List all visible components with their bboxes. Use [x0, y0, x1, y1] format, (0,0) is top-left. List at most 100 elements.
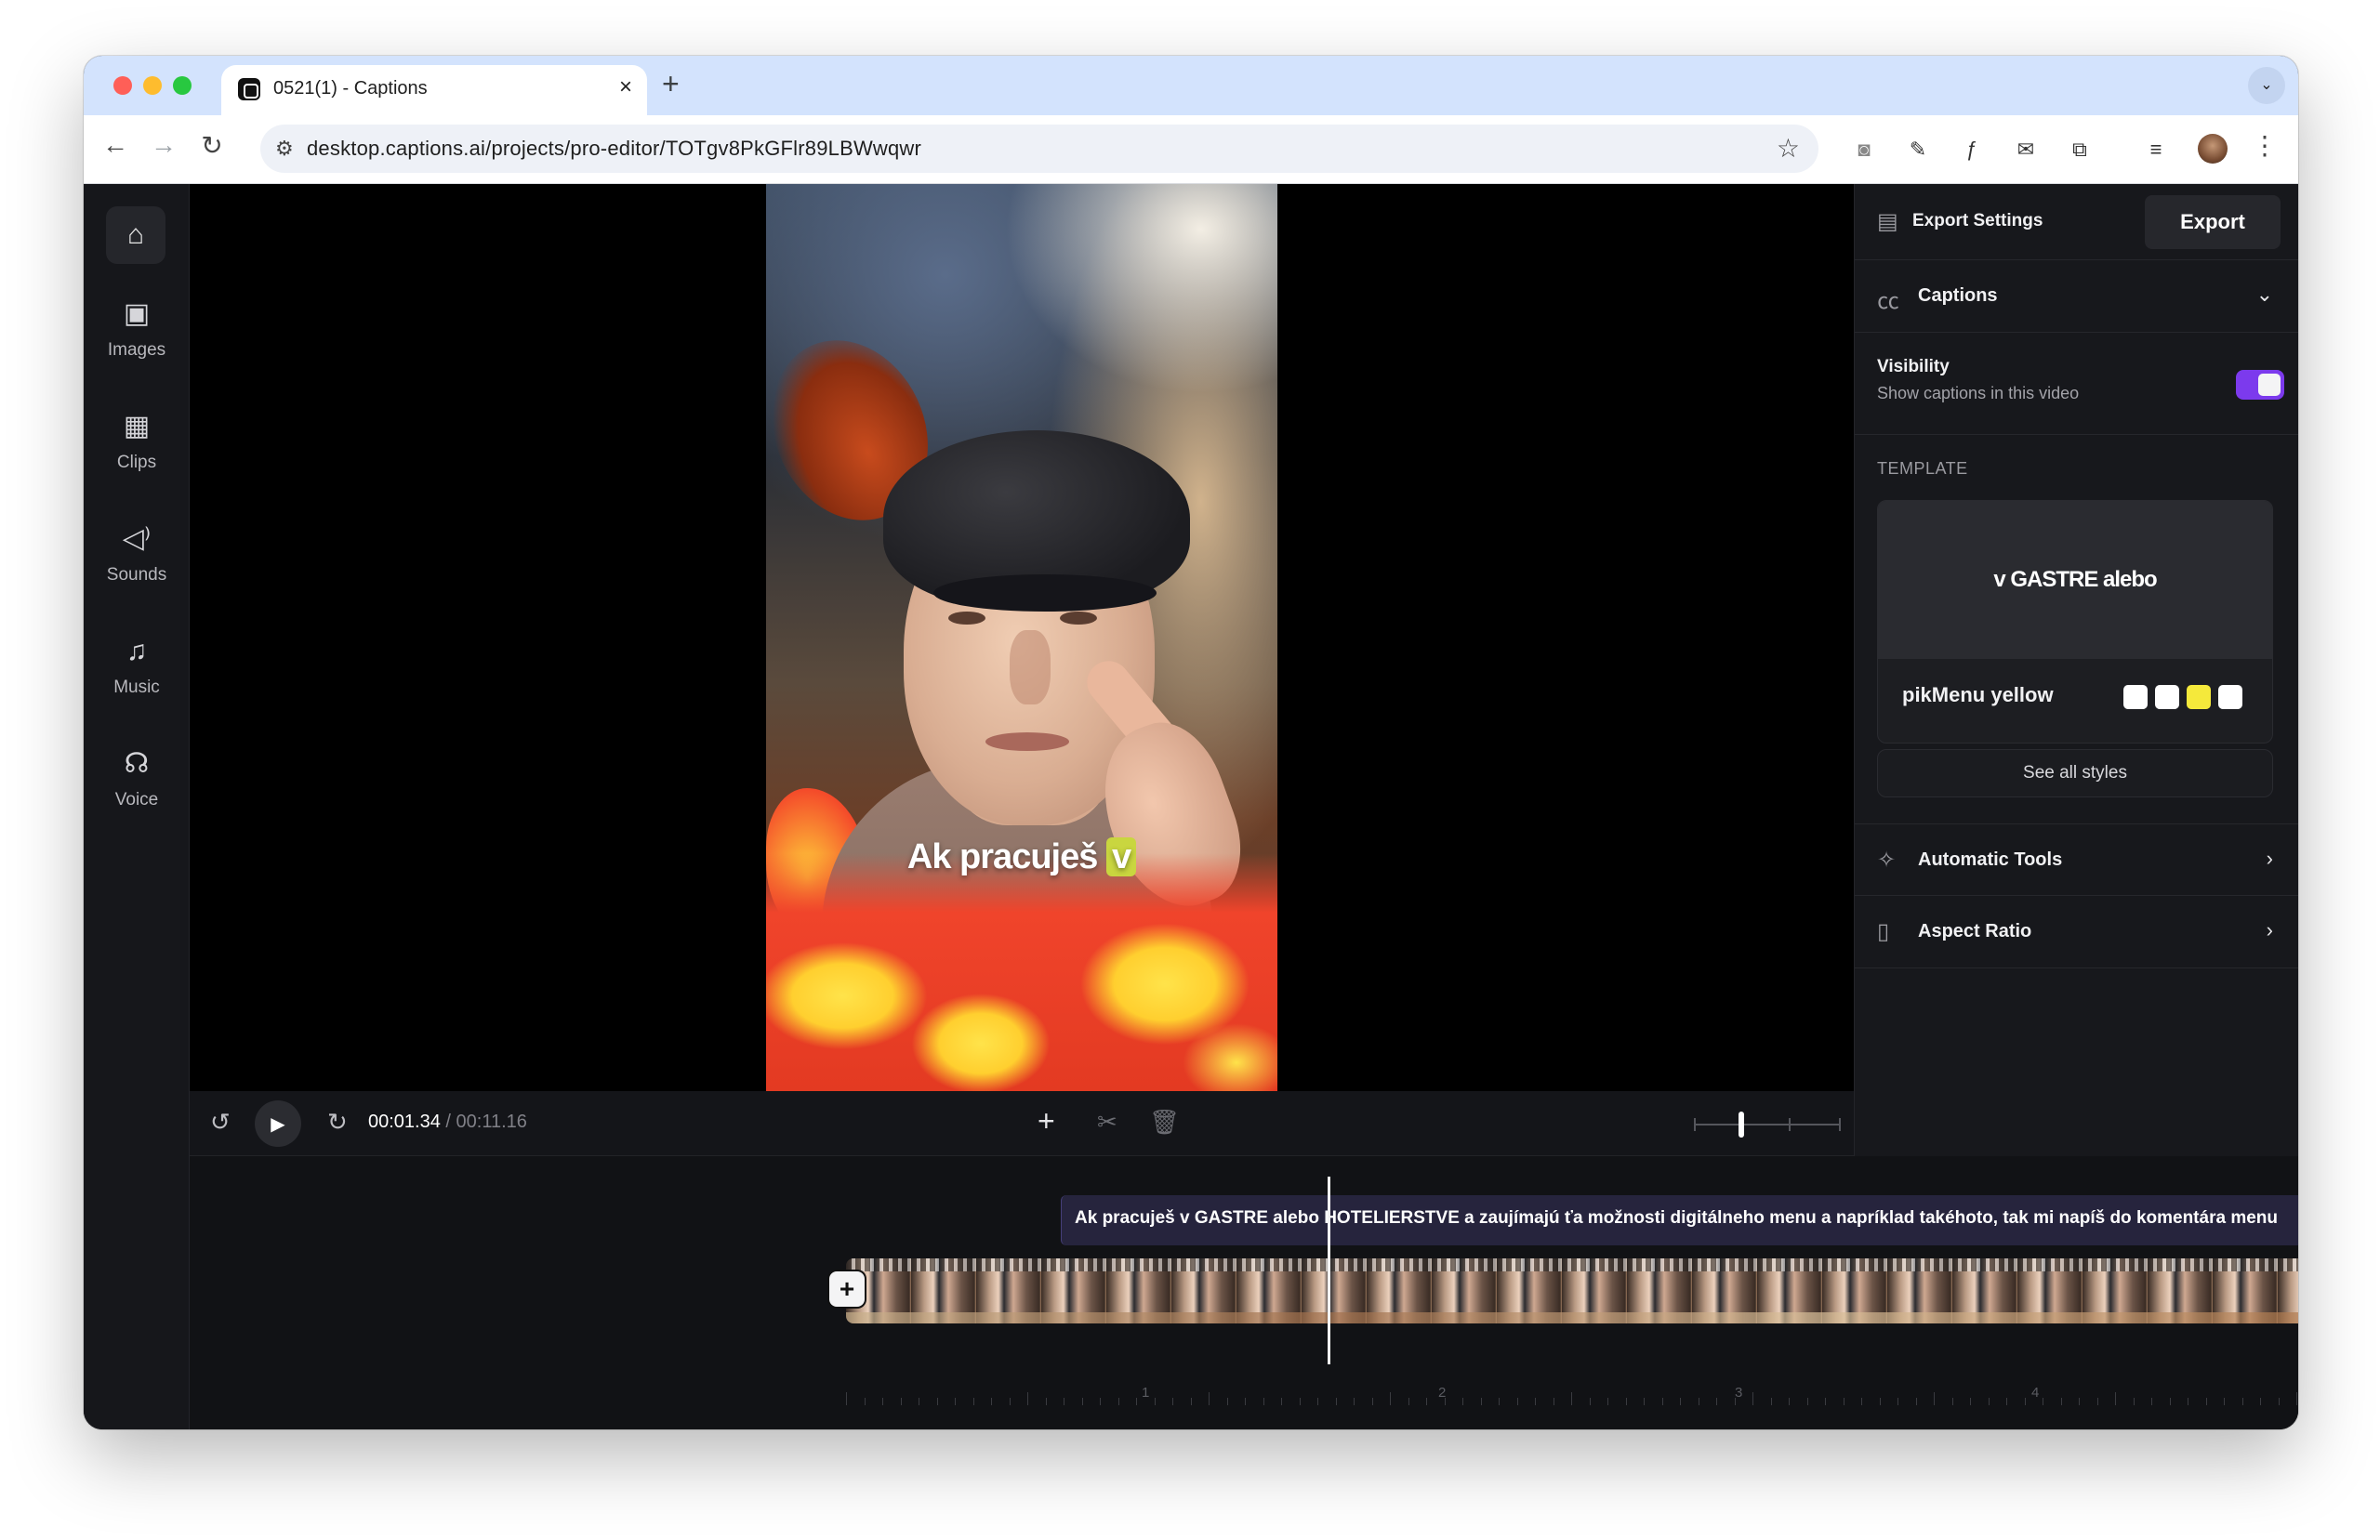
minimize-window-button[interactable]: [143, 76, 162, 95]
ruler-tick: [1226, 1398, 1228, 1405]
ruler-tick: [846, 1392, 847, 1405]
ruler-tick: [1299, 1398, 1301, 1405]
forward-button[interactable]: →: [145, 130, 182, 160]
ruler-tick: [2296, 1392, 2297, 1405]
home-button[interactable]: ⌂: [106, 206, 165, 264]
ruler-tick: [2151, 1398, 2152, 1405]
cc-icon: ㏄: [1877, 289, 1899, 314]
extensions-puzzle-icon[interactable]: ⧉: [2066, 136, 2094, 164]
timeline[interactable]: Ak pracuješ v GASTRE alebo HOTELIERSTVE …: [190, 1156, 2298, 1429]
ruler-tick: [1281, 1398, 1282, 1405]
ruler-tick: [2006, 1398, 2007, 1405]
sidebar-item-images[interactable]: ▣ Images: [84, 296, 190, 361]
ruler-tick: [1879, 1398, 1881, 1405]
video-preview[interactable]: Ak pracuješ v: [766, 184, 1277, 1091]
ruler-tick: [2096, 1398, 2098, 1405]
color-swatch[interactable]: [2155, 685, 2179, 709]
color-swatch[interactable]: [2187, 685, 2211, 709]
sidebar-item-clips[interactable]: ▦ Clips: [84, 408, 190, 473]
aspect-ratio-row[interactable]: ▯ Aspect Ratio ›: [1855, 896, 2298, 968]
ruler-tick: [2278, 1398, 2280, 1405]
zoom-tick: [1839, 1118, 1841, 1131]
export-settings-row: ▤ Export Settings Export: [1855, 184, 2298, 260]
ruler-tick: [1988, 1398, 1990, 1405]
ruler-tick: [2079, 1398, 2080, 1405]
ruler-tick: [2260, 1398, 2261, 1405]
address-bar[interactable]: ⚙ desktop.captions.ai/projects/pro-edito…: [260, 125, 1818, 173]
right-panel: ▤ Export Settings Export ㏄ Captions ⌄ Vi…: [1854, 184, 2298, 1156]
trash-icon[interactable]: 🗑: [1149, 1108, 1180, 1137]
url-text[interactable]: desktop.captions.ai/projects/pro-editor/…: [307, 137, 921, 161]
video-filmstrip-track[interactable]: [846, 1258, 2298, 1323]
ruler-tick: [1825, 1398, 1826, 1405]
template-card[interactable]: v GASTRE alebo pikMenu yellow: [1877, 500, 2273, 744]
maximize-window-button[interactable]: [173, 76, 192, 95]
scissors-icon[interactable]: ✂: [1097, 1108, 1117, 1137]
zoom-slider-track[interactable]: [1694, 1124, 1841, 1125]
video-stage[interactable]: Ak pracuješ v: [190, 184, 1854, 1091]
eyedropper-icon[interactable]: ✎: [1904, 136, 1932, 164]
add-icon[interactable]: +: [1038, 1104, 1055, 1139]
tab-close-icon[interactable]: ×: [619, 74, 632, 100]
caption-track-clip[interactable]: Ak pracuješ v GASTRE alebo HOTELIERSTVE …: [1061, 1195, 2298, 1245]
font-extension-icon[interactable]: ƒ: [1958, 136, 1986, 164]
chevron-down-icon[interactable]: ⌄: [2256, 283, 2273, 307]
sidebar-item-sounds[interactable]: ◁⁾ Sounds: [84, 520, 190, 586]
playhead[interactable]: [1328, 1177, 1330, 1364]
ruler-tick: [1806, 1398, 1808, 1405]
visibility-title: Visibility: [1877, 357, 1950, 376]
see-all-styles-button[interactable]: See all styles: [1877, 749, 2273, 797]
ruler-tick: [1644, 1398, 1645, 1405]
ruler-tick: [1426, 1398, 1427, 1405]
media-queue-icon[interactable]: ≡: [2142, 136, 2170, 164]
ruler-tick: [1680, 1398, 1681, 1405]
bookmark-star-icon[interactable]: ☆: [1777, 133, 1800, 164]
speaker-icon: ◁⁾: [122, 523, 152, 554]
play-button[interactable]: ▶: [255, 1100, 301, 1147]
ruler-tick: [1154, 1398, 1156, 1405]
zoom-slider-thumb[interactable]: [1739, 1112, 1744, 1138]
captions-section-header[interactable]: ㏄ Captions ⌄: [1855, 260, 2298, 333]
ruler-tick: [2241, 1398, 2243, 1405]
forward-10-icon[interactable]: ↻: [327, 1108, 348, 1137]
browser-tab[interactable]: 0521(1) - Captions ×: [221, 65, 647, 115]
aspect-ratio-label: Aspect Ratio: [1918, 921, 2032, 941]
ruler-tick: [1770, 1398, 1772, 1405]
visibility-row: Visibility Show captions in this video: [1855, 333, 2298, 435]
tab-search-chevron-icon[interactable]: ⌄: [2248, 67, 2285, 104]
export-settings-label[interactable]: Export Settings: [1912, 211, 2043, 231]
color-swatch[interactable]: [2218, 685, 2242, 709]
mail-extension-icon[interactable]: ✉: [2012, 136, 2040, 164]
profile-avatar[interactable]: [2198, 134, 2228, 164]
chevron-right-icon[interactable]: ›: [2267, 918, 2273, 942]
chevron-right-icon[interactable]: ›: [2267, 847, 2273, 871]
caption-overlay[interactable]: Ak pracuješ v: [766, 837, 1277, 877]
ruler-tick: [1480, 1398, 1482, 1405]
ruler-tick: [1716, 1398, 1717, 1405]
browser-menu-icon[interactable]: ⋮: [2252, 130, 2278, 161]
add-clip-button[interactable]: +: [829, 1271, 865, 1307]
sidebar-item-voice[interactable]: ☊ Voice: [84, 745, 190, 810]
automatic-tools-row[interactable]: ✧ Automatic Tools ›: [1855, 823, 2298, 896]
sidebar-item-music[interactable]: ♫ Music: [84, 633, 190, 698]
ruler-tick: [1136, 1398, 1137, 1405]
zoom-tick: [1789, 1118, 1791, 1131]
color-swatch[interactable]: [2123, 685, 2148, 709]
export-button[interactable]: Export: [2145, 195, 2281, 249]
visibility-toggle[interactable]: [2236, 370, 2284, 400]
ruler-tick: [2024, 1398, 2026, 1405]
new-tab-button[interactable]: +: [662, 67, 680, 101]
rewind-10-icon[interactable]: ↺: [210, 1108, 231, 1137]
ruler-tick: [936, 1398, 938, 1405]
ruler-tick: [2115, 1392, 2116, 1405]
back-button[interactable]: ←: [97, 130, 134, 160]
reload-button[interactable]: ↻: [193, 130, 231, 161]
ruler-tick: [1317, 1398, 1318, 1405]
ruler-tick: [1371, 1398, 1373, 1405]
camera-icon[interactable]: ◙: [1850, 136, 1878, 164]
automatic-tools-label: Automatic Tools: [1918, 849, 2063, 870]
site-settings-icon[interactable]: ⚙: [275, 137, 294, 161]
tab-title: 0521(1) - Captions: [273, 78, 428, 99]
ruler-tick: [1516, 1398, 1518, 1405]
close-window-button[interactable]: [113, 76, 132, 95]
